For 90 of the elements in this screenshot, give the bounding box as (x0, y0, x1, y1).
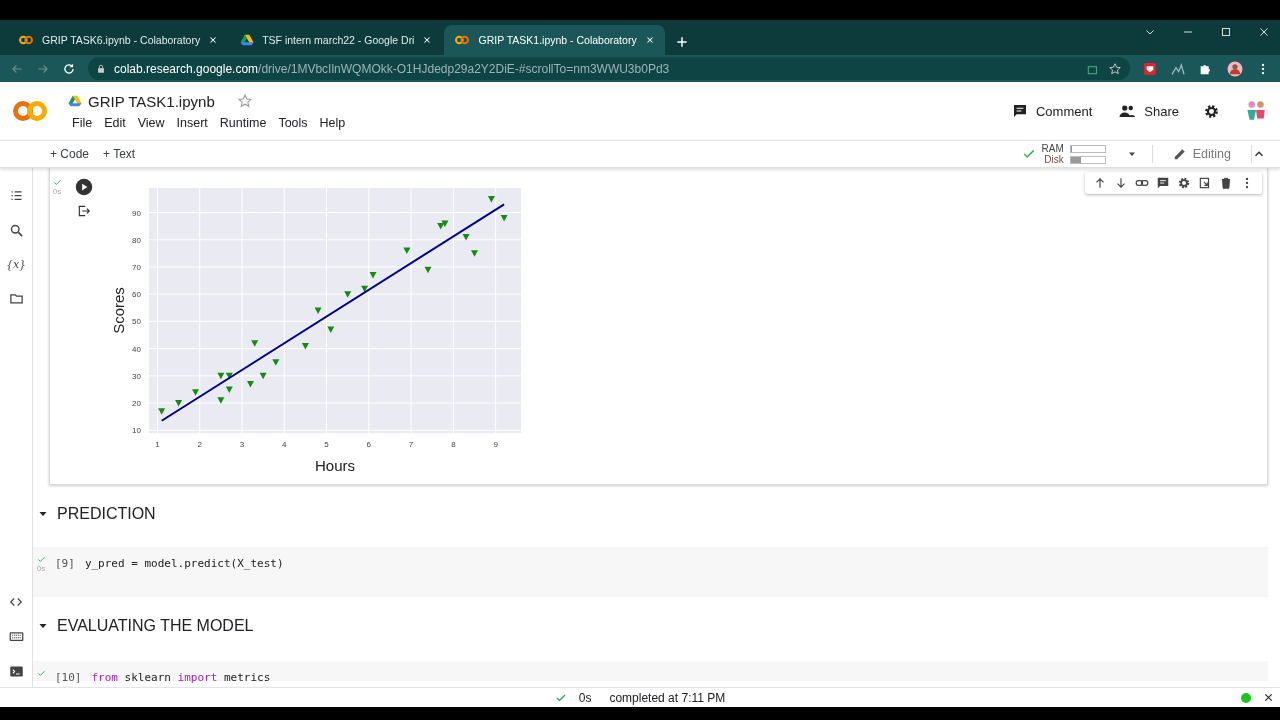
y-tick-label: 70 (132, 262, 141, 272)
execution-count: [10] (55, 671, 82, 684)
search-icon[interactable] (8, 223, 24, 238)
analytics-extension-icon[interactable] (1170, 60, 1186, 77)
trash-icon[interactable] (1219, 176, 1233, 190)
status-message: completed at 7:11 PM (609, 690, 726, 705)
x-tick-label: 4 (282, 440, 287, 449)
address-bar[interactable]: colab.research.google.com/drive/1MVbcIlnWQMOkk-O1HJdedp29a2Y2DiE-#scrollTo=nm3WWU3b0Pd3 (88, 57, 1130, 80)
pencil-icon[interactable] (1172, 147, 1187, 161)
menu-item[interactable]: Insert (172, 115, 212, 130)
y-tick-label: 20 (132, 399, 141, 409)
shield-extension-icon[interactable] (1142, 60, 1158, 77)
star-icon[interactable] (1108, 61, 1122, 76)
execution-time: 0s (52, 187, 62, 196)
folder-icon[interactable] (8, 291, 24, 306)
lock-icon[interactable] (96, 63, 106, 74)
new-tab-icon[interactable] (674, 35, 689, 49)
star-icon[interactable] (236, 93, 253, 109)
y-tick-label: 50 (132, 317, 141, 327)
code-line: from sklearn import metrics (91, 671, 271, 684)
add-code-button[interactable]: + Code (44, 147, 96, 161)
x-tick-label: 5 (324, 440, 329, 449)
close-icon[interactable] (208, 35, 219, 45)
browser-tab[interactable]: TSF intern march22 - Google Dri (230, 25, 443, 55)
menu-item[interactable]: Help (315, 115, 350, 130)
check-icon[interactable] (52, 178, 62, 187)
x-tick-label: 7 (408, 440, 414, 449)
output-icon[interactable] (77, 204, 91, 218)
terminal-icon[interactable] (8, 664, 24, 679)
menu-item[interactable]: Edit (100, 115, 130, 130)
code-line: y_pred = model.predict(X_test) (84, 557, 284, 570)
maximize-icon[interactable] (1220, 25, 1232, 38)
ram-meter (1069, 144, 1106, 153)
y-tick-label: 40 (132, 344, 141, 354)
comment-icon[interactable] (1156, 176, 1170, 190)
settings-icon[interactable] (1177, 176, 1191, 190)
share-button[interactable]: Share (1116, 100, 1181, 122)
connection-status-icon (1241, 692, 1251, 703)
add-text-button[interactable]: + Text (97, 147, 142, 161)
menu-item[interactable]: Tools (274, 115, 312, 130)
drive-logo-icon[interactable] (68, 94, 82, 108)
disk-meter (1069, 155, 1106, 164)
menu-item[interactable]: View (133, 115, 169, 130)
check-icon[interactable] (1021, 147, 1036, 161)
close-icon[interactable] (1263, 692, 1274, 703)
ram-label: RAM (1041, 143, 1064, 154)
avatar-icon[interactable] (1226, 59, 1244, 78)
browser-tab[interactable]: GRIP TASK1.ipynb - Colaboratory (444, 25, 665, 55)
close-icon[interactable] (422, 35, 433, 45)
check-icon[interactable] (36, 669, 46, 678)
run-duration: 0s (578, 690, 592, 705)
y-tick-label: 10 (132, 426, 141, 436)
y-tick-label: 60 (132, 290, 141, 300)
x-axis-label: Hours (315, 457, 355, 474)
x-tick-label: 2 (197, 440, 202, 449)
comment-icon[interactable] (1011, 103, 1028, 119)
section-heading: PREDICTION (57, 505, 156, 523)
x-tick-label: 1 (155, 440, 160, 449)
execution-time: 0s (36, 564, 46, 573)
comment-button[interactable]: Comment (1009, 101, 1095, 121)
section-heading: EVALUATING THE MODEL (57, 617, 254, 635)
y-tick-label: 80 (132, 235, 141, 245)
x-tick-label: 3 (239, 440, 245, 449)
execution-count: [9] (55, 557, 75, 570)
disk-label: Disk (1044, 154, 1064, 165)
menu-item[interactable]: Runtime (215, 115, 271, 130)
x-tick-label: 9 (493, 440, 498, 449)
people-icon[interactable] (1118, 102, 1137, 120)
browser-tab[interactable]: GRIP TASK6.ipynb - Colaboratory (8, 25, 229, 55)
code-cell[interactable]: 0s [9] y_pred = model.predict(X_test) (33, 547, 1268, 597)
run-button-icon[interactable] (75, 178, 93, 196)
mirror-cell-icon[interactable] (1198, 176, 1212, 190)
close-icon[interactable] (1258, 25, 1270, 38)
x-tick-label: 8 (451, 440, 456, 449)
reload-icon[interactable] (62, 61, 76, 76)
y-tick-label: 30 (132, 371, 141, 381)
editing-button[interactable]: Editing (1166, 146, 1237, 162)
code-cell[interactable]: [10] from sklearn import metrics (33, 661, 1268, 681)
drive-logo-icon[interactable] (240, 33, 255, 47)
variables-icon[interactable]: {x} (5, 258, 27, 271)
close-icon[interactable] (644, 35, 655, 45)
x-tick-label: 6 (366, 440, 372, 449)
check-icon[interactable] (36, 555, 46, 564)
keyboard-icon[interactable] (8, 629, 24, 644)
y-tick-label: 90 (132, 208, 141, 218)
notebook-title[interactable]: GRIP TASK1.ipynb (88, 92, 215, 110)
menu-item[interactable]: File (68, 115, 97, 130)
y-axis-label: Scores (110, 287, 127, 334)
settings-icon[interactable] (1203, 102, 1220, 120)
code-icon[interactable] (9, 595, 23, 609)
